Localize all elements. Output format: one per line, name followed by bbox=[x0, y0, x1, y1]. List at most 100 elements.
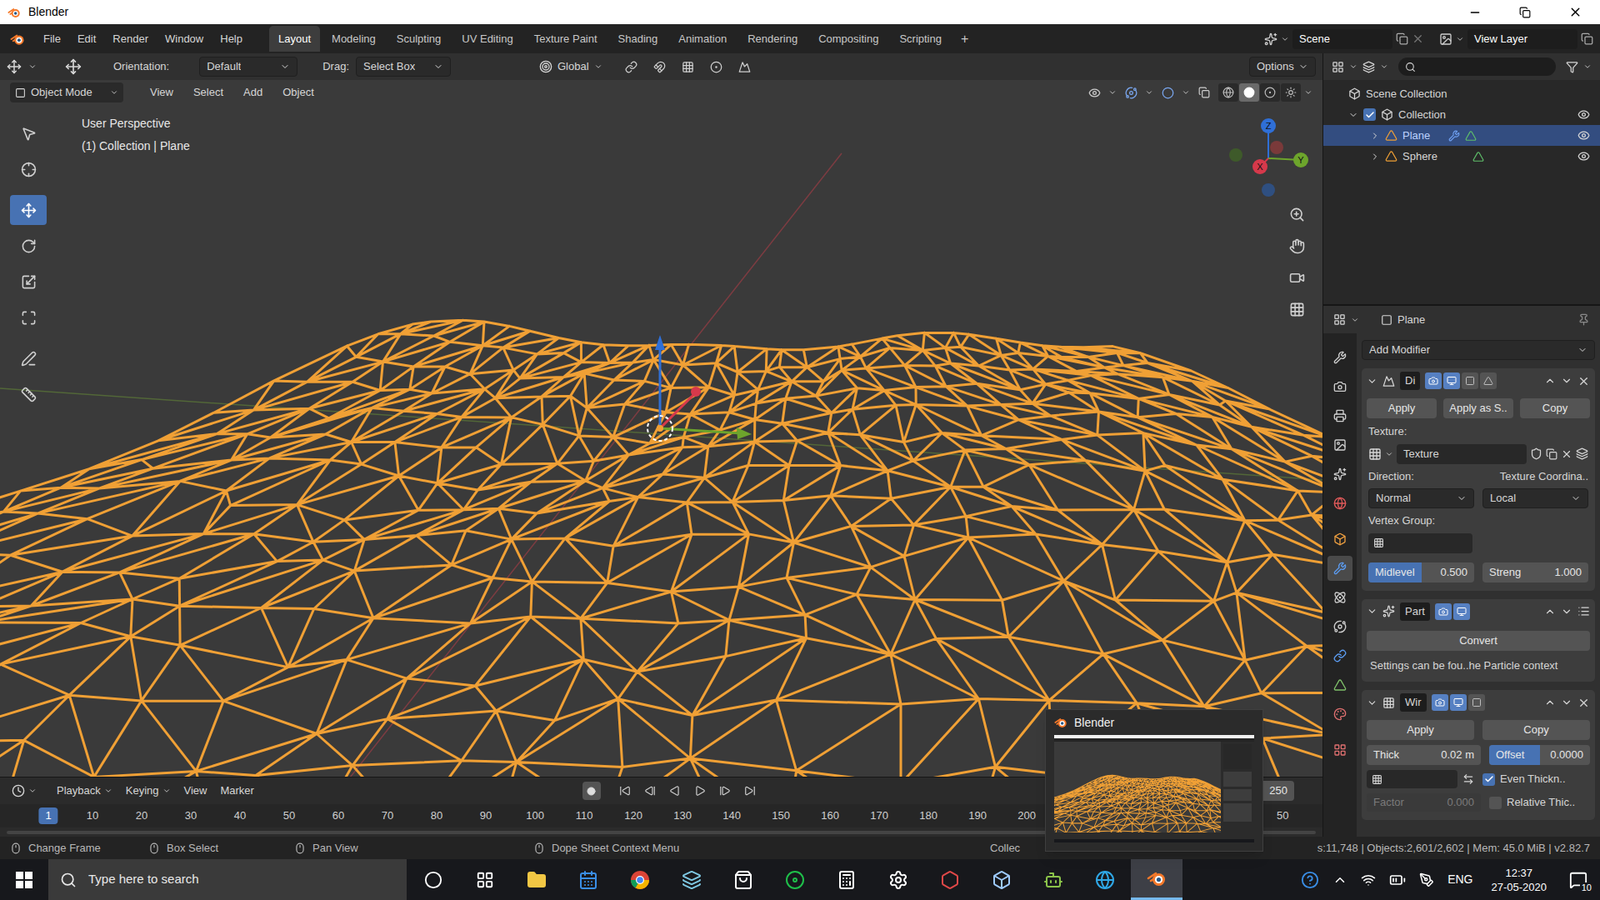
view-menu-item[interactable]: Add bbox=[235, 81, 271, 104]
new-view-layer-icon[interactable] bbox=[1580, 32, 1594, 45]
transform-orientation-dropdown[interactable]: Global bbox=[539, 58, 603, 75]
menu-item[interactable]: Render bbox=[104, 27, 157, 51]
texture-field[interactable]: Texture bbox=[1396, 444, 1527, 465]
mode-dropdown[interactable]: Object Mode bbox=[10, 82, 124, 103]
help-icon[interactable] bbox=[1300, 870, 1320, 890]
modifier-action-button[interactable]: Apply as S.. bbox=[1443, 398, 1514, 419]
modifier-action-button[interactable]: Copy bbox=[1520, 398, 1590, 419]
move-down-icon[interactable] bbox=[1560, 605, 1573, 618]
transform-gizmo[interactable] bbox=[647, 335, 752, 441]
outliner-row[interactable]: Sphere bbox=[1323, 145, 1600, 167]
taskbar-app[interactable] bbox=[975, 859, 1028, 900]
taskbar-app[interactable] bbox=[769, 859, 821, 900]
modifier-toggle[interactable] bbox=[1425, 372, 1442, 390]
toolbar-button[interactable] bbox=[10, 302, 47, 333]
properties-tab[interactable] bbox=[1327, 432, 1353, 458]
frame-tick[interactable]: 1 bbox=[38, 807, 58, 825]
preview-thumbnail[interactable] bbox=[1054, 735, 1255, 843]
view-layer-field[interactable]: View Layer bbox=[1467, 29, 1578, 50]
language-indicator[interactable]: ENG bbox=[1447, 870, 1473, 889]
workspace-tab[interactable]: Shading bbox=[609, 25, 668, 53]
close-button[interactable] bbox=[1550, 0, 1600, 25]
toolbar-button[interactable] bbox=[10, 154, 47, 185]
move-down-icon[interactable] bbox=[1560, 375, 1573, 387]
menu-item[interactable]: Window bbox=[156, 27, 212, 51]
camera-view-button[interactable] bbox=[1284, 265, 1310, 290]
keyframe-forward-button[interactable] bbox=[714, 780, 736, 801]
pen-icon[interactable] bbox=[1419, 872, 1435, 888]
workspace-tab[interactable]: Animation bbox=[669, 25, 736, 53]
properties-tab[interactable] bbox=[1327, 701, 1353, 727]
properties-tab[interactable] bbox=[1327, 490, 1353, 516]
taskbar-app[interactable] bbox=[407, 859, 460, 900]
collection-checkbox[interactable] bbox=[1363, 108, 1376, 121]
taskbar-app[interactable] bbox=[614, 859, 666, 900]
modifier-toggle[interactable] bbox=[1453, 603, 1470, 620]
modifier-toggle[interactable] bbox=[1431, 694, 1449, 711]
taskbar-app[interactable] bbox=[717, 859, 770, 900]
properties-tab[interactable] bbox=[1327, 737, 1353, 763]
scene-field[interactable]: Scene bbox=[1292, 29, 1393, 50]
direction-dropdown[interactable]: Normal bbox=[1368, 488, 1475, 509]
new-scene-icon[interactable] bbox=[1395, 32, 1409, 45]
menu-item[interactable]: Edit bbox=[69, 27, 105, 51]
jump-end-button[interactable] bbox=[739, 780, 761, 801]
taskbar-app[interactable] bbox=[562, 859, 615, 900]
toolbar-button[interactable] bbox=[10, 118, 47, 149]
modifier-toggle[interactable] bbox=[1435, 603, 1452, 620]
expand-arrow-icon[interactable] bbox=[1370, 151, 1380, 162]
taskbar-app[interactable] bbox=[459, 859, 511, 900]
toolbar-button[interactable] bbox=[10, 195, 47, 225]
visibility-button[interactable] bbox=[1083, 82, 1105, 103]
timeline-menu[interactable]: View bbox=[179, 782, 213, 800]
modifier-name-field[interactable]: Di bbox=[1400, 371, 1420, 390]
keyframe-back-button[interactable] bbox=[639, 780, 661, 801]
unlink-texture-icon[interactable] bbox=[1560, 448, 1573, 460]
modifier-toggle[interactable] bbox=[1468, 694, 1485, 711]
space-dropdown[interactable]: Local bbox=[1482, 488, 1589, 509]
properties-tab[interactable] bbox=[1327, 345, 1353, 370]
overlay-button[interactable] bbox=[1156, 82, 1179, 103]
orientation-dropdown[interactable]: Default bbox=[199, 56, 298, 77]
modifier-name-field[interactable]: Part bbox=[1400, 602, 1430, 621]
remove-modifier-icon[interactable] bbox=[1577, 375, 1590, 388]
visibility-eye-icon[interactable] bbox=[1577, 150, 1590, 163]
remove-modifier-icon[interactable] bbox=[1577, 696, 1590, 710]
workspace-tab[interactable]: Layout bbox=[269, 25, 320, 53]
battery-icon[interactable] bbox=[1389, 871, 1406, 889]
start-button[interactable] bbox=[0, 859, 49, 900]
timeline-menu[interactable]: Marker bbox=[215, 782, 259, 800]
properties-tab[interactable] bbox=[1327, 461, 1353, 487]
proportional-button[interactable] bbox=[705, 56, 728, 77]
timeline-menu[interactable]: Keying bbox=[120, 782, 176, 800]
duplicate-texture-icon[interactable] bbox=[1545, 448, 1558, 460]
workspace-tab[interactable]: Rendering bbox=[738, 25, 807, 53]
play-button[interactable] bbox=[689, 780, 711, 801]
pan-button[interactable] bbox=[1284, 233, 1310, 259]
record-button[interactable] bbox=[582, 781, 601, 800]
shading-mode-button[interactable] bbox=[1239, 83, 1260, 102]
particle-menu-icon[interactable] bbox=[1577, 605, 1590, 618]
taskbar-search[interactable]: Type here to search bbox=[48, 859, 407, 900]
taskbar-app[interactable] bbox=[1130, 859, 1183, 900]
thickness-field[interactable]: Thick0.02 m bbox=[1366, 745, 1481, 765]
modifier-action-button[interactable]: Apply bbox=[1366, 398, 1437, 419]
view-menu-item[interactable]: View bbox=[141, 81, 182, 104]
collapse-icon[interactable] bbox=[1366, 375, 1378, 387]
collapse-icon[interactable] bbox=[1366, 605, 1378, 617]
displace-slider[interactable]: Midlevel0.500 bbox=[1368, 562, 1475, 583]
properties-tab[interactable] bbox=[1327, 526, 1353, 552]
taskbar-app[interactable] bbox=[1079, 859, 1131, 900]
taskbar-app[interactable] bbox=[1027, 859, 1080, 900]
falloff-button[interactable] bbox=[734, 56, 756, 77]
offset-slider[interactable]: Offset0.0000 bbox=[1489, 745, 1590, 765]
properties-tab[interactable] bbox=[1327, 374, 1353, 400]
pin-icon[interactable] bbox=[1577, 313, 1590, 326]
taskbar-app[interactable] bbox=[510, 859, 563, 900]
outliner-search-field[interactable] bbox=[1398, 57, 1556, 76]
workspace-tab[interactable]: Modeling bbox=[322, 25, 385, 53]
xray-button[interactable] bbox=[1193, 82, 1215, 103]
outliner-row[interactable]: Scene Collection bbox=[1323, 83, 1600, 105]
collapse-icon[interactable] bbox=[1366, 697, 1378, 709]
relative-thickness-checkbox[interactable] bbox=[1489, 796, 1502, 810]
